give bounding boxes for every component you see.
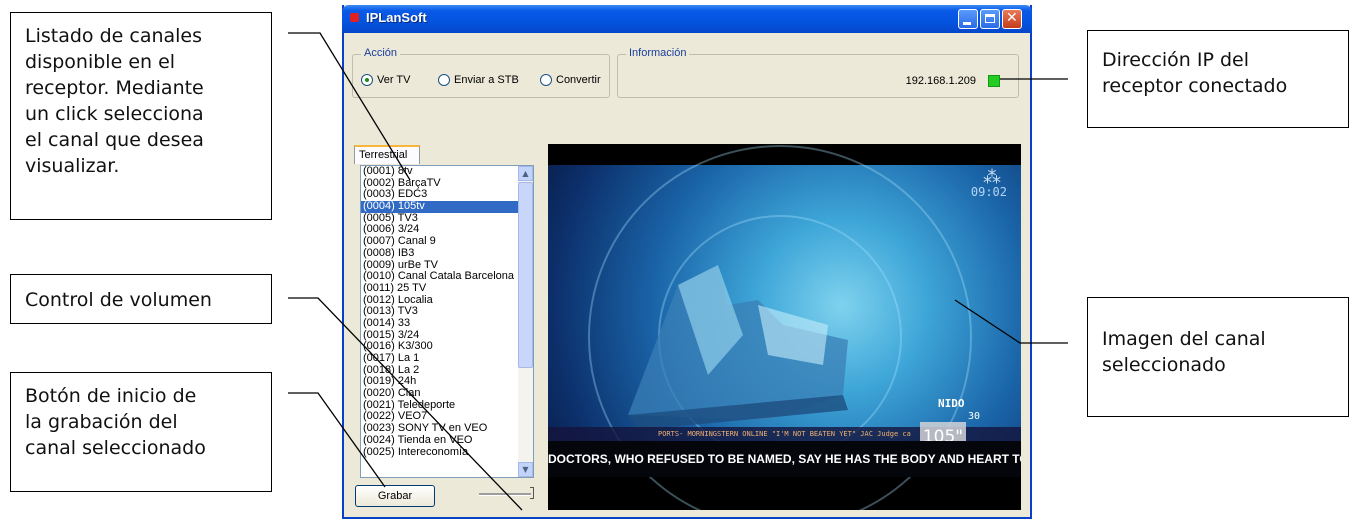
channel-list-item[interactable]: (0001) 8tv bbox=[361, 166, 518, 178]
ip-address: 192.168.1.209 bbox=[905, 75, 976, 87]
close-button[interactable] bbox=[1002, 9, 1022, 29]
title-bar[interactable]: IPLanSoft bbox=[342, 5, 1032, 33]
callout-channel-list-text: Listado de canales disponible en el rece… bbox=[25, 25, 204, 177]
app-window: IPLanSoft Acción Ver TV Enviar a STB Con… bbox=[342, 5, 1032, 519]
volume-slider[interactable] bbox=[479, 493, 531, 496]
video-display: ⁂ 09:02 NIDO 30 PORTS- MORNINGSTERN ONLI… bbox=[548, 144, 1021, 510]
channel-list-item[interactable]: (0025) Intereconomía bbox=[361, 446, 518, 459]
channel-list-item[interactable]: (0020) Clan bbox=[361, 387, 518, 400]
minimize-button[interactable] bbox=[958, 9, 978, 29]
connection-status-led bbox=[988, 75, 1000, 87]
video-frame: ⁂ 09:02 NIDO 30 PORTS- MORNINGSTERN ONLI… bbox=[548, 145, 1021, 510]
channel-list-item[interactable]: (0024) Tienda en VEO bbox=[361, 434, 518, 447]
window-title: IPLanSoft bbox=[366, 10, 427, 25]
radio-convertir-dot[interactable] bbox=[540, 74, 552, 86]
scroll-up-arrow-icon[interactable]: ▲ bbox=[518, 166, 533, 181]
osd-number: 30 bbox=[968, 411, 981, 422]
tab-terrestrial[interactable]: Terrestrial bbox=[354, 145, 420, 164]
channel-list[interactable]: (0001) 8tv (0002) BarçaTV (0003) EDC3 (0004… bbox=[360, 165, 534, 478]
radio-enviar-stb-label: Enviar a STB bbox=[454, 74, 519, 86]
radio-convertir-label: Convertir bbox=[556, 74, 601, 86]
callout-ip: Dirección IP del receptor conectado bbox=[1087, 30, 1349, 128]
radio-convertir[interactable]: Convertir bbox=[540, 74, 601, 86]
callout-volume-text: Control de volumen bbox=[25, 289, 212, 311]
osd-time: 09:02 bbox=[970, 185, 1007, 199]
volume-slider-thumb[interactable] bbox=[530, 487, 534, 499]
radio-ver-tv-dot[interactable] bbox=[361, 74, 373, 86]
channel-list-item[interactable]: (0014) 33 bbox=[361, 317, 518, 330]
channel-list-scrollbar[interactable]: ▲ ▼ bbox=[518, 166, 533, 477]
accion-group-label: Acción bbox=[361, 47, 401, 59]
channel-list-item[interactable]: (0008) IB3 bbox=[361, 247, 518, 260]
callout-channel-list: Listado de canales disponible en el rece… bbox=[10, 12, 272, 220]
informacion-group-label: Información bbox=[626, 47, 690, 59]
callout-ip-text: Dirección IP del receptor conectado bbox=[1102, 49, 1288, 97]
channel-list-item[interactable]: (0017) La 1 bbox=[361, 352, 518, 365]
channel-list-item[interactable]: (0004) 105tv bbox=[361, 200, 518, 213]
radio-ver-tv[interactable]: Ver TV bbox=[361, 74, 410, 86]
callout-image: Imagen del canal seleccionado bbox=[1087, 297, 1349, 417]
radio-enviar-stb-dot[interactable] bbox=[438, 74, 450, 86]
informacion-group: Información 192.168.1.209 bbox=[617, 47, 1019, 98]
radio-ver-tv-label: Ver TV bbox=[377, 74, 411, 86]
record-button[interactable]: Grabar bbox=[355, 485, 435, 507]
ticker-bottom: DOCTORS, WHO REFUSED TO BE NAMED, SAY HE… bbox=[548, 441, 1021, 477]
scroll-thumb[interactable] bbox=[518, 182, 533, 368]
callout-image-text: Imagen del canal seleccionado bbox=[1102, 328, 1266, 376]
channel-list-item[interactable]: (0011) 25 TV bbox=[361, 282, 518, 295]
accion-group: Acción Ver TV Enviar a STB Convertir bbox=[352, 47, 610, 98]
scroll-down-arrow-icon[interactable]: ▼ bbox=[518, 462, 533, 477]
ship-image bbox=[628, 265, 848, 430]
callout-volume: Control de volumen bbox=[10, 274, 272, 324]
osd-title: NIDO bbox=[938, 397, 965, 410]
callout-record-text: Botón de inicio de la grabación del cana… bbox=[25, 385, 206, 459]
channel-list-items: (0001) 8tv (0002) BarçaTV (0003) EDC3 (0004… bbox=[361, 166, 518, 458]
radio-enviar-stb[interactable]: Enviar a STB bbox=[438, 74, 519, 86]
callout-record: Botón de inicio de la grabación del cana… bbox=[10, 372, 272, 492]
app-icon bbox=[350, 13, 359, 22]
maximize-button[interactable] bbox=[980, 9, 1000, 29]
